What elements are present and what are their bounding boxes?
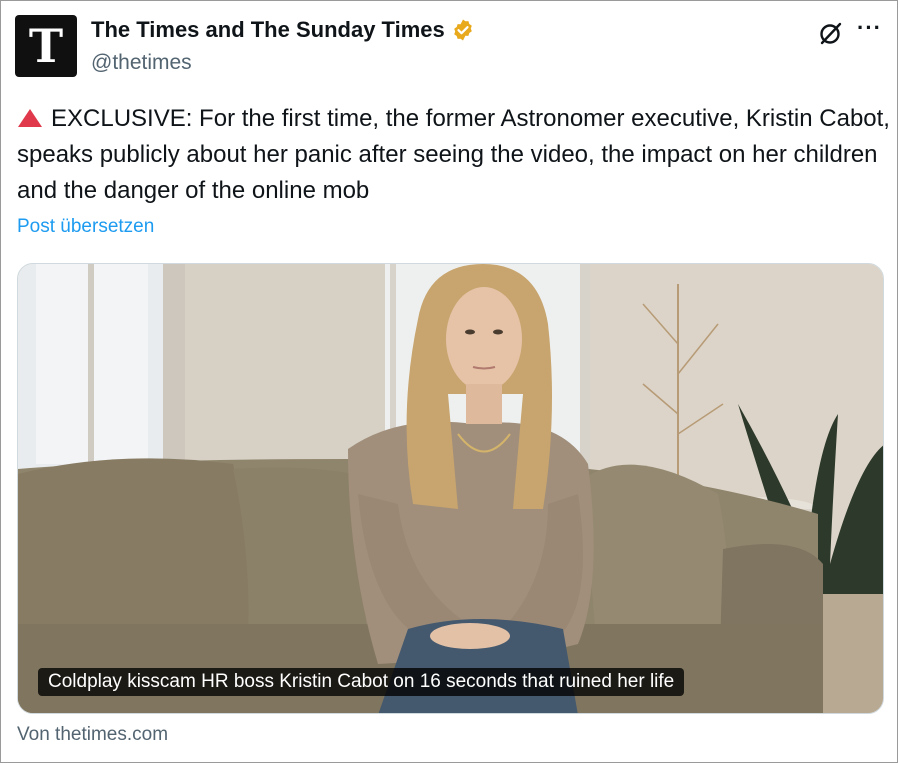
more-icon[interactable]: ··· (857, 15, 882, 41)
account-name-row: The Times and The Sunday Times (91, 17, 475, 43)
avatar[interactable]: T (15, 15, 77, 77)
avatar-logo-letter: T (28, 19, 64, 73)
card-source-link[interactable]: Von thetimes.com (17, 724, 168, 746)
tweet-body: EXCLUSIVE: For the first time, the forme… (17, 105, 890, 204)
account-display-name[interactable]: The Times and The Sunday Times (91, 17, 445, 43)
verified-badge-icon (453, 19, 472, 41)
media-image (18, 264, 883, 713)
media-caption: Coldplay kisscam HR boss Kristin Cabot o… (38, 668, 685, 696)
tweet-text: EXCLUSIVE: For the first time, the forme… (17, 101, 892, 209)
translate-post-link[interactable]: Post übersetzen (17, 216, 154, 238)
media-card[interactable]: Coldplay kisscam HR boss Kristin Cabot o… (17, 263, 884, 714)
account-handle[interactable]: @thetimes (91, 51, 192, 75)
tweet-card[interactable]: T The Times and The Sunday Times @thetim… (0, 0, 898, 763)
red-triangle-icon (18, 109, 42, 127)
grok-icon[interactable] (815, 19, 845, 49)
